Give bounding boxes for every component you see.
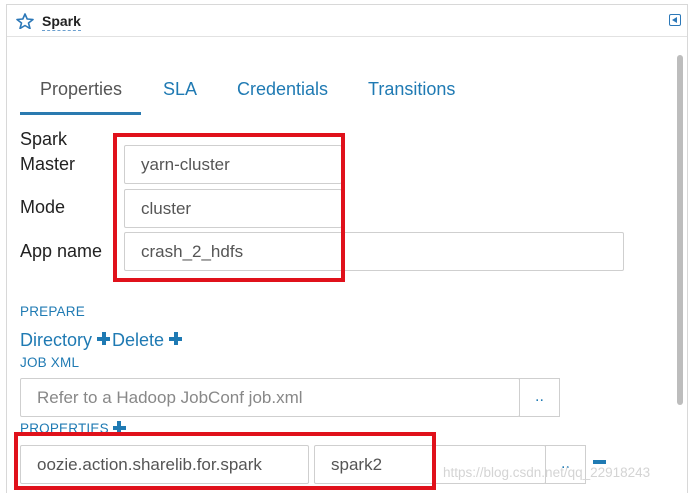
highlight-box-spark-settings — [113, 133, 345, 282]
add-directory-link[interactable]: Directory — [20, 329, 111, 351]
collapse-icon[interactable] — [669, 14, 681, 26]
job-xml-browse-button[interactable]: .. — [519, 378, 560, 417]
app-name-label: App name — [20, 241, 103, 261]
directory-label: Directory — [20, 330, 93, 350]
plus-icon — [169, 332, 183, 345]
prepare-heading: PREPARE — [20, 304, 85, 319]
scrollbar-thumb[interactable] — [677, 55, 683, 405]
star-workflow-icon — [16, 13, 34, 29]
tab-credentials[interactable]: Credentials — [237, 78, 328, 114]
plus-icon — [97, 332, 111, 345]
tab-sla[interactable]: SLA — [163, 78, 197, 114]
highlight-box-property — [14, 432, 436, 490]
tab-transitions[interactable]: Transitions — [368, 78, 455, 114]
remove-property-icon[interactable] — [593, 460, 606, 464]
add-property-icon[interactable] — [112, 421, 126, 434]
job-xml-input[interactable]: Refer to a Hadoop JobConf job.xml — [20, 378, 520, 417]
vertical-scrollbar[interactable] — [677, 55, 683, 494]
delete-label: Delete — [112, 330, 165, 350]
panel-title[interactable]: Spark — [42, 13, 81, 31]
mode-label: Mode — [20, 197, 66, 217]
spark-master-label-line1: Spark — [20, 129, 68, 149]
tab-bar: Properties SLA Credentials Transitions — [20, 78, 670, 115]
panel-header: Spark — [7, 5, 687, 37]
active-tab-indicator — [20, 112, 141, 115]
watermark-text: https://blog.csdn.net/qq_22918243 — [443, 465, 651, 480]
job-xml-placeholder: Refer to a Hadoop JobConf job.xml — [37, 388, 303, 407]
tab-properties[interactable]: Properties — [40, 78, 122, 114]
spark-master-label-line2: Master — [20, 154, 76, 174]
add-delete-link[interactable]: Delete — [112, 329, 183, 351]
job-xml-heading: JOB XML — [20, 355, 80, 370]
spark-action-panel: Spark Properties SLA Credentials Transit… — [6, 4, 688, 493]
